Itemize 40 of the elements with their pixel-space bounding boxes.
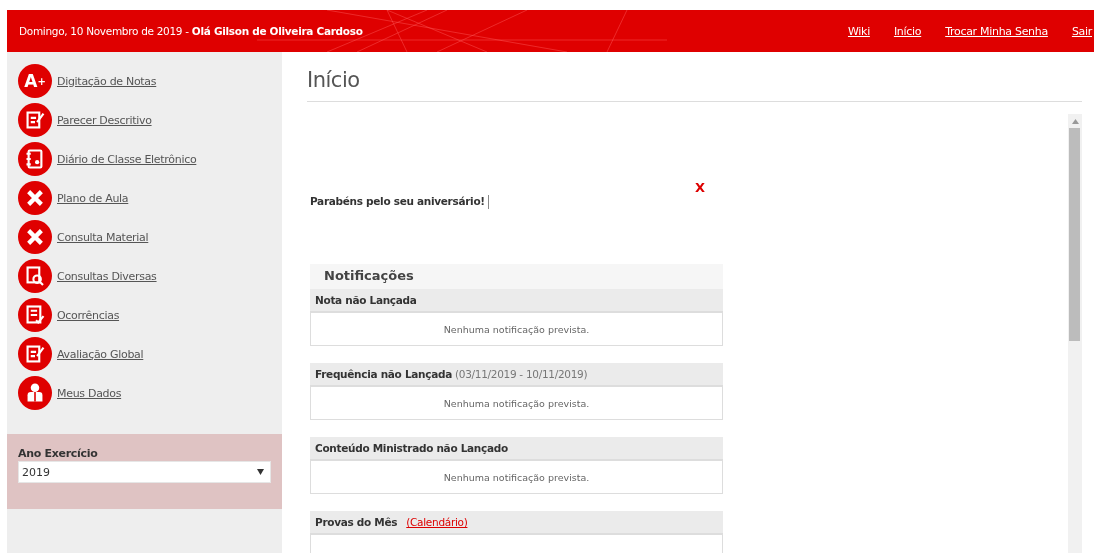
section-title: Frequência não Lançada bbox=[315, 368, 452, 380]
section-title: Provas do Mês bbox=[315, 516, 398, 528]
sidebar-link[interactable]: Digitação de Notas bbox=[57, 74, 157, 88]
dropdown-caret-icon[interactable] bbox=[257, 469, 264, 475]
menu-icon[interactable] bbox=[18, 259, 52, 293]
sidebar-link[interactable]: Consultas Diversas bbox=[57, 269, 157, 283]
header-link[interactable]: Wiki bbox=[847, 24, 870, 38]
notifications-heading: Notificações bbox=[310, 264, 723, 289]
section-title: Nota não Lançada bbox=[315, 294, 417, 306]
sidebar-link[interactable]: Consulta Material bbox=[57, 230, 149, 244]
empty-message: Nenhuma notificação prevista. bbox=[443, 323, 590, 335]
menu-icon[interactable] bbox=[18, 337, 52, 371]
menu-icon[interactable] bbox=[18, 103, 52, 137]
menu-icon[interactable] bbox=[18, 220, 52, 254]
menu-icon[interactable] bbox=[18, 298, 52, 332]
birthday-message: Parabéns pelo seu aniversário! bbox=[310, 195, 489, 209]
scrollbar[interactable] bbox=[1068, 114, 1082, 553]
sidebar-link[interactable]: Ocorrências bbox=[57, 308, 120, 322]
greeting-text: Domingo, 10 Novembro de 2019 - Olá Gilson de Oliveira Cardoso bbox=[19, 25, 363, 37]
sidebar-link[interactable]: Meus Dados bbox=[57, 386, 122, 400]
menu-icon[interactable] bbox=[18, 181, 52, 215]
empty-message: Nenhuma notificação prevista. bbox=[443, 471, 590, 483]
year-label: Ano Exercício bbox=[18, 447, 99, 460]
sidebar-link[interactable]: Diário de Classe Eletrônico bbox=[57, 152, 197, 166]
date-range: (03/11/2019 - 10/11/2019) bbox=[455, 368, 588, 380]
sidebar-link[interactable]: Plano de Aula bbox=[57, 191, 129, 205]
menu-icon[interactable] bbox=[18, 142, 52, 176]
year-select[interactable]: 2019 bbox=[18, 461, 271, 483]
header-link[interactable]: Sair bbox=[1071, 24, 1092, 38]
sidebar-link[interactable]: Parecer Descritivo bbox=[57, 113, 152, 127]
grade-icon[interactable]: A$^{+}$ bbox=[18, 64, 52, 98]
calendar-link[interactable]: (Calendário) bbox=[406, 516, 468, 528]
page-title: Início bbox=[307, 52, 1082, 102]
sidebar-link[interactable]: Avaliação Global bbox=[57, 347, 144, 361]
close-button[interactable]: X bbox=[694, 180, 705, 195]
menu-icon[interactable] bbox=[18, 376, 52, 410]
section-title: Conteúdo Ministrado não Lançado bbox=[315, 442, 508, 454]
header-link[interactable]: Trocar Minha Senha bbox=[945, 24, 1048, 38]
header-link[interactable]: Início bbox=[893, 24, 922, 38]
empty-message: Nenhuma notificação prevista. bbox=[443, 397, 590, 409]
